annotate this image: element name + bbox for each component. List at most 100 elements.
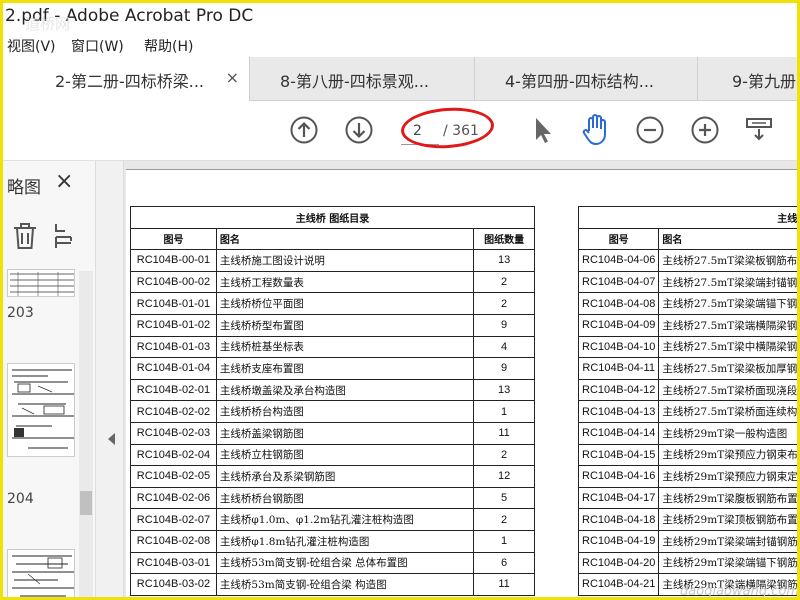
sheet-count-cell: 2 — [473, 443, 535, 467]
zoom-out-icon[interactable] — [635, 115, 665, 145]
collapse-panel-handle[interactable] — [96, 161, 124, 597]
drawing-title-cell: 主线桥桩基坐标表 — [215, 335, 475, 359]
table-row: RC104B-01-03 主线桥桩基坐标表 4 — [130, 335, 535, 359]
drawing-title-cell: 主线桥27.5mT梁梁端锚下钢筋布置图 — [658, 292, 797, 315]
page-thumbnail[interactable] — [7, 269, 75, 297]
drawing-number-cell: RC104B-01-03 — [130, 335, 217, 359]
table-caption: 主线桥 图纸目录 — [130, 206, 535, 229]
sheet-count-cell: 12 — [473, 465, 535, 488]
drawing-title-cell: 主线桥27.5mT梁中横隔梁钢筋布置图 — [658, 335, 797, 359]
table-row: RC104B-04-15主线桥29mT梁预应力钢束布置图 — [577, 443, 797, 467]
drawing-index-table-left: 主线桥 图纸目录 图号 图名 图纸数量 RC104B-00-01 主线桥施工图设计… — [130, 206, 535, 596]
table-row: RC104B-02-07 主线桥φ1.0m、φ1.2m钻孔灌注桩构造图 2 — [130, 508, 535, 531]
trash-icon[interactable] — [11, 221, 39, 251]
hand-icon[interactable] — [580, 113, 612, 147]
page-thumbnail[interactable] — [7, 363, 75, 457]
column-header: 图名 — [658, 227, 797, 251]
drawing-number-cell: RC104B-02-01 — [130, 378, 217, 402]
scroll-mode-icon[interactable] — [744, 115, 774, 145]
chevron-left-icon[interactable] — [108, 433, 115, 445]
tab-doc-8[interactable]: 8-第八册-四标景观... — [250, 57, 475, 101]
table-row: RC104B-01-01 主线桥桥位平面图 2 — [130, 292, 535, 315]
zoom-in-icon[interactable] — [690, 115, 720, 145]
drawing-number-cell: RC104B-01-02 — [130, 313, 217, 337]
table-row: RC104B-04-06主线桥27.5mT梁梁板钢筋布置图 — [577, 249, 797, 272]
drawing-title-cell: 主线桥53m简支钢-砼组合梁 总体布置图 — [215, 551, 475, 575]
drawing-title-cell: 主线桥承台及系梁钢筋图 — [215, 465, 475, 488]
drawing-title-cell: 主线桥φ1.8m钻孔灌注桩构造图 — [215, 529, 475, 553]
drawing-index-table-right: 主线桥 图纸目 图号 图名 RC104B-04-06主线桥27.5mT梁梁板钢筋… — [577, 206, 797, 596]
drawing-number-cell: RC104B-00-01 — [130, 249, 217, 272]
drawing-number-cell: RC104B-02-05 — [130, 465, 217, 488]
drawing-number-cell: RC104B-00-02 — [130, 270, 217, 294]
pointer-icon[interactable] — [527, 115, 557, 145]
sheet-count-cell: 1 — [473, 529, 535, 553]
table-row: RC104B-01-04 主线桥支座布置图 9 — [130, 357, 535, 380]
table-caption: 主线桥 图纸目 — [578, 206, 797, 229]
drawing-number-cell: RC104B-04-09 — [577, 313, 660, 337]
drawing-title-cell: 主线桥27.5mT梁桥面连续构造图 — [658, 400, 797, 423]
arrow-up-circle-icon[interactable] — [289, 115, 319, 145]
drawing-title-cell: 主线桥29mT梁一般构造图 — [658, 421, 797, 445]
drawing-number-cell: RC104B-03-02 — [130, 573, 217, 596]
table-row: RC104B-01-02 主线桥桥型布置图 9 — [130, 313, 535, 337]
tab-label: 4-第四册-四标结构... — [505, 72, 654, 91]
drawing-number-cell: RC104B-03-01 — [130, 551, 217, 575]
menu-view[interactable]: 视图(V) — [7, 36, 56, 56]
page-number-label: 203 — [7, 305, 34, 321]
table-row: RC104B-02-06 主线桥桥台钢筋图 5 — [130, 486, 535, 510]
drawing-number-cell: RC104B-04-13 — [577, 400, 660, 423]
tab-doc-2[interactable]: 2-第二册-四标桥梁... × — [3, 57, 250, 101]
table-row: RC104B-02-01 主线桥墩盖梁及承台构造图 13 — [130, 378, 535, 402]
document-view[interactable]: 主线桥 图纸目录 图号 图名 图纸数量 RC104B-00-01 主线桥施工图设计… — [124, 161, 799, 599]
table-row: RC104B-02-08 主线桥φ1.8m钻孔灌注桩构造图 1 — [130, 529, 535, 553]
tab-doc-4[interactable]: 4-第四册-四标结构... — [475, 57, 698, 101]
scrollbar-thumb[interactable] — [80, 491, 92, 515]
tab-doc-9[interactable]: 9-第九册 — [698, 57, 797, 101]
drawing-number-cell: RC104B-04-11 — [577, 357, 660, 380]
drawing-title-cell: 主线桥桥型布置图 — [215, 313, 475, 337]
drawing-title-cell: 主线桥27.5mT梁梁板加厚钢筋布置图 — [658, 357, 797, 380]
table-row: RC104B-04-08主线桥27.5mT梁梁端锚下钢筋布置图 — [577, 292, 797, 315]
drawing-number-cell: RC104B-04-17 — [577, 486, 660, 510]
sheet-count-cell: 5 — [473, 486, 535, 510]
drawing-title-cell: 主线桥盖梁钢筋图 — [215, 421, 475, 445]
sheet-count-cell: 11 — [473, 421, 535, 445]
drawing-title-cell: 主线桥27.5mT梁梁板钢筋布置图 — [658, 249, 797, 272]
table-row: RC104B-04-11主线桥27.5mT梁梁板加厚钢筋布置图 — [577, 357, 797, 380]
table-row: RC104B-00-01 主线桥施工图设计说明 13 — [130, 249, 535, 272]
drawing-title-cell: 主线桥29mT梁顶板钢筋布置图 — [658, 508, 797, 531]
drawing-title-cell: 主线桥29mT梁预应力钢束布置图 — [658, 443, 797, 467]
drawing-number-cell: RC104B-04-16 — [577, 465, 660, 488]
corner-watermark: daoqiaowang.com — [680, 584, 799, 599]
table-row: RC104B-04-07主线桥27.5mT梁梁端封锚钢筋布置图 — [577, 270, 797, 294]
sidebar-scrollbar[interactable] — [79, 271, 93, 597]
sheet-count-cell: 6 — [473, 551, 535, 575]
drawing-title-cell: 主线桥工程数量表 — [215, 270, 475, 294]
menu-help[interactable]: 帮助(H) — [144, 36, 193, 56]
drawing-number-cell: RC104B-04-19 — [577, 529, 660, 553]
drawing-number-cell: RC104B-04-08 — [577, 292, 660, 315]
drawing-number-cell: RC104B-02-03 — [130, 421, 217, 445]
close-icon[interactable]: × — [55, 169, 73, 194]
drawing-number-cell: RC104B-01-01 — [130, 292, 217, 315]
table-row: RC104B-02-02 主线桥桥台构造图 1 — [130, 400, 535, 423]
drawing-number-cell: RC104B-02-04 — [130, 443, 217, 467]
tab-label: 2-第二册-四标桥梁... — [55, 72, 204, 91]
watermark-text: 道桥网 — [25, 15, 71, 33]
sheet-count-cell: 13 — [473, 378, 535, 402]
table-row: RC104B-04-17 主线桥29mT梁腹板钢筋布置图 — [577, 486, 797, 510]
drawing-title-cell: 主线桥支座布置图 — [215, 357, 475, 380]
drawing-title-cell: 主线桥桥台构造图 — [215, 400, 475, 423]
sheet-count-cell: 9 — [473, 313, 535, 337]
column-header: 图纸数量 — [473, 227, 535, 251]
drawing-number-cell: RC104B-02-02 — [130, 400, 217, 423]
arrow-down-circle-icon[interactable] — [344, 115, 374, 145]
menu-window[interactable]: 窗口(W) — [71, 36, 124, 56]
table-row: RC104B-02-04 主线桥立柱钢筋图 2 — [130, 443, 535, 467]
drawing-title-cell: 主线桥53m简支钢-砼组合梁 构造图 — [215, 573, 475, 596]
extract-pages-icon[interactable] — [53, 221, 79, 251]
drawing-title-cell: 主线桥29mT梁梁端封锚钢筋布置图 — [658, 529, 797, 553]
page-thumbnail[interactable] — [7, 549, 75, 597]
close-icon[interactable]: × — [226, 68, 239, 87]
